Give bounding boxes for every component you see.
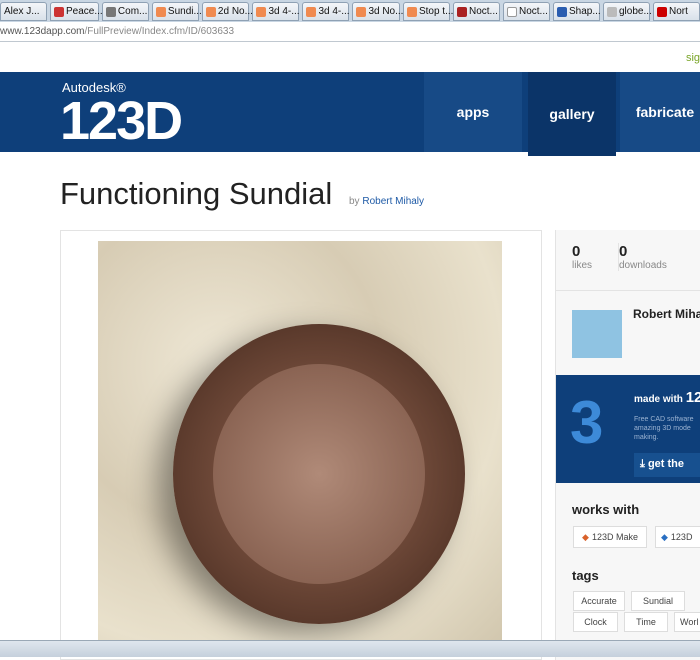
browser-tab[interactable]: Shap... [553,2,601,21]
app-label: 123D [670,532,693,542]
browser-tab[interactable]: Noct... [453,2,500,21]
browser-tab[interactable]: Noct... [503,2,550,21]
sign-in-link[interactable]: sig [686,52,700,64]
tab-label: Noct... [469,6,498,17]
tab-label: Peace... [66,6,103,17]
avatar[interactable] [572,310,622,358]
made-with-promo: 3 made with 12 Free CAD software amazing… [556,375,700,483]
promo-title-text: made with [634,394,683,405]
divider [556,290,700,291]
tab-label: Noct... [519,6,548,17]
logo[interactable]: 123D [60,90,183,152]
browser-tab[interactable]: Alex J... [0,2,47,21]
tab-label: Alex J... [4,6,40,17]
tab-favicon-icon [607,6,617,17]
author-name[interactable]: Robert Mihaly [633,307,700,321]
works-with-123d[interactable]: ◆ 123D [655,526,700,548]
tab-favicon-icon [155,6,166,17]
browser-tab[interactable]: 3d 4-... [252,2,300,21]
likes-label: likes [572,260,593,271]
tab-favicon-icon [256,6,267,17]
sidebar: 0likes 0downloads Robert Mihaly 3 made w… [555,230,700,660]
address-bar[interactable]: www.123dapp.com/FullPreview/Index.cfm/ID… [0,22,700,42]
tab-label: 3d 4-... [318,6,350,17]
tab-favicon-icon [205,6,216,17]
url-path: /FullPreview/Index.cfm/ID/603633 [84,26,235,37]
likes-count: 0 [572,243,581,260]
browser-tab[interactable]: 3d No... [352,2,404,21]
get-app-label: get the [647,458,684,470]
tab-label: 3d 4-... [268,6,300,17]
tags-heading: tags [572,568,599,583]
browser-tab-bar: Alex J... Peace... Com... Sundi... 2d No… [0,0,700,22]
author-link[interactable]: Robert Mihaly [362,196,424,207]
app-label: 123D Make [591,532,638,542]
browser-tab[interactable]: Stop t... [402,2,454,21]
tab-favicon-icon [54,6,64,17]
model-photo[interactable] [98,241,502,657]
downloads-count: 0 [619,243,628,260]
tab-favicon-icon [356,6,367,17]
tab-favicon-icon [557,6,567,17]
by-label: by [349,196,360,207]
tag[interactable]: Accurate [573,591,625,611]
tab-label: Nort [669,6,688,17]
tab-favicon-icon [406,6,417,17]
works-with-heading: works with [572,502,640,517]
123d-icon: ◆ [661,531,668,542]
browser-tab[interactable]: Sundi... [151,2,202,21]
tab-favicon-icon [457,6,467,17]
downloads-label: downloads [619,260,667,271]
sundial-face [213,364,425,584]
byline: by Robert Mihaly [349,196,424,207]
browser-tab[interactable]: Com... [101,2,149,21]
tab-favicon-icon [105,6,116,17]
browser-tab[interactable]: globe... [603,2,652,21]
123d-make-icon: ◆ [582,531,589,542]
tag[interactable]: Worl [674,612,700,632]
browser-tab[interactable]: Nort [653,2,700,21]
tab-label: Stop t... [418,6,454,17]
nav-apps[interactable]: apps [424,72,522,152]
likes-stat: 0 likes [572,243,592,271]
sundial-image [173,324,465,624]
works-with-123d-make[interactable]: ◆ 123D Make [573,526,647,548]
tab-label: Shap... [569,6,601,17]
tag[interactable]: Time [624,612,668,632]
browser-tab[interactable]: 3d 4-... [302,2,350,21]
tab-label: 2d No... [217,6,253,17]
tab-label: 3d No... [368,6,404,17]
tag[interactable]: Clock [573,612,618,632]
taskbar [0,640,700,657]
page-title: Functioning Sundial [60,176,333,211]
downloads-stat: 0 downloads [618,243,667,271]
download-icon: ⤓ [640,458,645,470]
tab-favicon-icon [657,6,667,17]
nav-fabricate[interactable]: fabricate [620,72,700,152]
browser-tab[interactable]: 2d No... [201,2,253,21]
tab-label: Com... [117,6,148,17]
url-domain: www.123dapp.com [0,26,85,37]
browser-tab[interactable]: Peace... [50,2,103,21]
get-app-button[interactable]: ⤓ get the [634,453,700,477]
tab-favicon-icon [507,6,517,17]
tab-label: globe... [619,6,652,17]
site-header: Autodesk® 123D apps gallery fabricate [0,72,700,156]
promo-description: Free CAD software amazing 3D mode making… [634,416,694,441]
123d-logo-icon: 3 [570,389,604,456]
promo-title: made with 12 [634,389,700,406]
tag[interactable]: Sundial [631,591,685,611]
tab-label: Sundi... [167,6,202,17]
promo-title-big: 12 [685,389,700,406]
nav-gallery[interactable]: gallery [528,72,616,156]
tab-favicon-icon [306,6,317,17]
